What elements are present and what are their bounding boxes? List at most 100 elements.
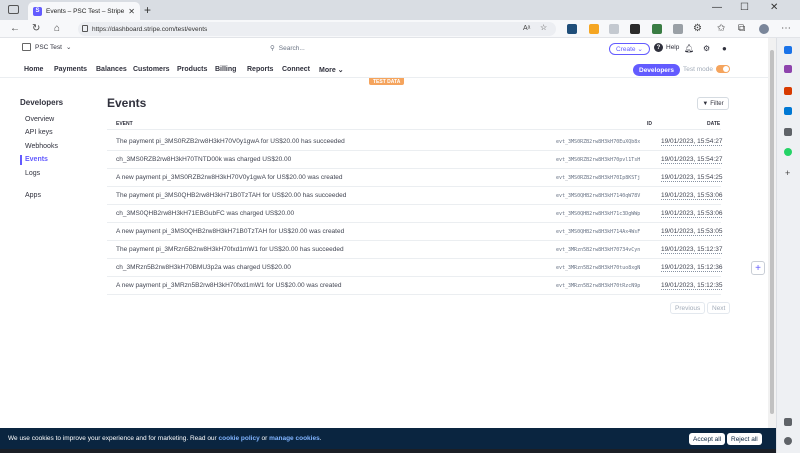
filter-label: Filter [710, 100, 724, 107]
outlook-icon[interactable] [784, 107, 792, 115]
search-input[interactable]: ⚲ Search... [270, 44, 305, 53]
previous-page-button[interactable]: Previous [670, 302, 706, 314]
shopping-icon[interactable] [784, 65, 792, 73]
extension-icon[interactable] [589, 24, 599, 34]
close-tab-icon[interactable]: ✕ [128, 7, 135, 16]
settings-icon[interactable] [784, 437, 792, 445]
event-description: A new payment pi_3MRzn5B2rw8H3kH70fxd1mW… [116, 282, 342, 289]
whatsapp-icon[interactable] [784, 148, 792, 156]
nav-reports[interactable]: Reports [247, 66, 273, 73]
table-row[interactable]: The payment pi_3MRzn5B2rw8H3kH70fxd1mW1 … [107, 241, 723, 259]
lock-icon [82, 25, 88, 32]
filter-button[interactable]: ▼ Filter [697, 97, 729, 110]
nav-connect[interactable]: Connect [282, 66, 310, 73]
maximize-icon[interactable]: ☐ [740, 2, 749, 13]
accept-all-button[interactable]: Accept all [689, 433, 726, 445]
test-mode-toggle[interactable] [716, 65, 730, 73]
event-date: 19/01/2023, 15:53:05 [661, 228, 723, 236]
favorite-icon[interactable]: ☆ [540, 23, 547, 32]
sidebar-item-events[interactable]: Events [25, 156, 48, 163]
create-label: Create [616, 45, 636, 53]
table-row[interactable]: ch_3MS0RZB2rw8H3kH70TNTD00k was charged … [107, 151, 723, 169]
table-row[interactable]: A new payment pi_3MS0QHB2rw8H3kH71B0TzTA… [107, 223, 723, 241]
help-button[interactable]: ? Help [654, 43, 679, 52]
back-icon[interactable]: ← [10, 23, 20, 34]
scrollbar-thumb[interactable] [770, 50, 774, 414]
office-icon[interactable] [784, 87, 792, 95]
table-row[interactable]: A new payment pi_3MRzn5B2rw8H3kH70fxd1mW… [107, 277, 723, 295]
event-date: 19/01/2023, 15:54:25 [661, 174, 723, 182]
read-aloud-icon[interactable]: Aᵃ [523, 25, 530, 32]
nav-billing[interactable]: Billing [215, 66, 236, 73]
next-page-button[interactable]: Next [707, 302, 731, 314]
table-row[interactable]: The payment pi_3MS0RZB2rw8H3kH70V0y1gwA … [107, 133, 723, 151]
browser-tab[interactable]: S Events – PSC Test – Stripe [Test] ✕ [28, 2, 140, 20]
nav-more[interactable]: More ⌄ [319, 66, 344, 74]
tab-title: Events – PSC Test – Stripe [Test] [46, 7, 125, 15]
extension-icon[interactable] [652, 24, 662, 34]
table-row[interactable]: ch_3MS0QHB2rw8H3kH71EBGubFC was charged … [107, 205, 723, 223]
add-icon[interactable]: + [751, 261, 765, 275]
new-tab-icon[interactable]: + [144, 3, 151, 17]
event-description: A new payment pi_3MS0RZB2rw8H3kH70V0y1gw… [116, 174, 343, 181]
event-description: A new payment pi_3MS0QHB2rw8H3kH71B0TzTA… [116, 228, 345, 235]
sidebar-item-apps[interactable]: Apps [25, 192, 41, 199]
event-date: 19/01/2023, 15:54:27 [661, 138, 723, 146]
extension-icon[interactable] [567, 24, 577, 34]
main-nav: Home Payments Balances Customers Product… [0, 60, 768, 78]
menu-icon[interactable] [784, 128, 792, 136]
column-event: EVENT [116, 121, 133, 127]
notifications-icon[interactable]: 🔔︎ [684, 44, 694, 53]
event-id: evt_3MS0RZB2rw8H3kH70EuXQb8x [556, 139, 641, 145]
event-id: evt_3MS0QHB2rw8H3kH7140qW78V [556, 193, 641, 199]
event-id: evt_3MS0QHB2rw8H3kH714Ax4WsF [556, 229, 641, 235]
event-date: 19/01/2023, 15:53:06 [661, 210, 723, 218]
sidebar-item-webhooks[interactable]: Webhooks [25, 143, 58, 150]
sidebar-item-logs[interactable]: Logs [25, 170, 40, 177]
minimize-icon[interactable]: — [712, 2, 722, 13]
extension-icon[interactable] [673, 24, 683, 34]
developers-button[interactable]: Developers [633, 64, 681, 76]
event-date: 19/01/2023, 15:12:36 [661, 264, 723, 272]
refresh-icon[interactable]: ↻ [32, 23, 40, 34]
chevron-down-icon: ⌄ [637, 46, 643, 53]
nav-balances[interactable]: Balances [96, 66, 127, 73]
extension-icon[interactable] [609, 24, 619, 34]
search-placeholder: Search... [278, 44, 305, 52]
table-row[interactable]: ch_3MRzn5B2rw8H3kH70BMU3p2a was charged … [107, 259, 723, 277]
cookie-policy-link[interactable]: cookie policy [219, 435, 260, 442]
nav-payments[interactable]: Payments [54, 66, 87, 73]
more-menu-icon[interactable]: ⋯ [781, 23, 791, 34]
address-bar-row: ← ↻ ⌂ https://dashboard.stripe.com/test/… [0, 20, 800, 38]
account-switcher[interactable]: PSC Test ⌄ [22, 43, 71, 51]
home-icon[interactable]: ⌂ [54, 23, 60, 34]
search-icon[interactable] [784, 46, 792, 54]
url-text: https://dashboard.stripe.com/test/events [92, 25, 208, 33]
nav-products[interactable]: Products [177, 66, 207, 73]
help-label: Help [666, 44, 680, 51]
cookie-text-middle: or [259, 435, 270, 442]
favorites-icon[interactable]: ✩ [717, 23, 725, 34]
extensions-menu-icon[interactable]: ⚙ [693, 23, 702, 34]
profile-avatar[interactable] [759, 24, 769, 34]
create-button[interactable]: Create ⌄ [609, 43, 650, 55]
workspaces-icon[interactable] [8, 5, 19, 14]
reject-all-button[interactable]: Reject all [727, 433, 762, 445]
table-row[interactable]: The payment pi_3MS0QHB2rw8H3kH71B0TzTAH … [107, 187, 723, 205]
sidebar-item-overview[interactable]: Overview [25, 116, 54, 123]
settings-icon[interactable]: ⚙ [703, 44, 710, 53]
manage-cookies-link[interactable]: manage cookies [269, 435, 320, 442]
sidebar-item-api-keys[interactable]: API keys [25, 129, 53, 136]
url-field[interactable]: https://dashboard.stripe.com/test/events [78, 22, 556, 36]
filter-icon: ▼ [702, 100, 709, 107]
add-sidebar-app-icon[interactable]: + [785, 168, 793, 178]
nav-customers[interactable]: Customers [133, 66, 170, 73]
extension-icon[interactable] [630, 24, 640, 34]
collections-icon[interactable]: ⧉ [738, 23, 745, 34]
nav-home[interactable]: Home [24, 66, 43, 73]
close-window-icon[interactable]: ✕ [770, 2, 778, 13]
user-icon[interactable]: ● [722, 44, 727, 53]
sidebar-layout-icon[interactable] [784, 418, 792, 426]
column-id: ID [647, 121, 652, 127]
table-row[interactable]: A new payment pi_3MS0RZB2rw8H3kH70V0y1gw… [107, 169, 723, 187]
